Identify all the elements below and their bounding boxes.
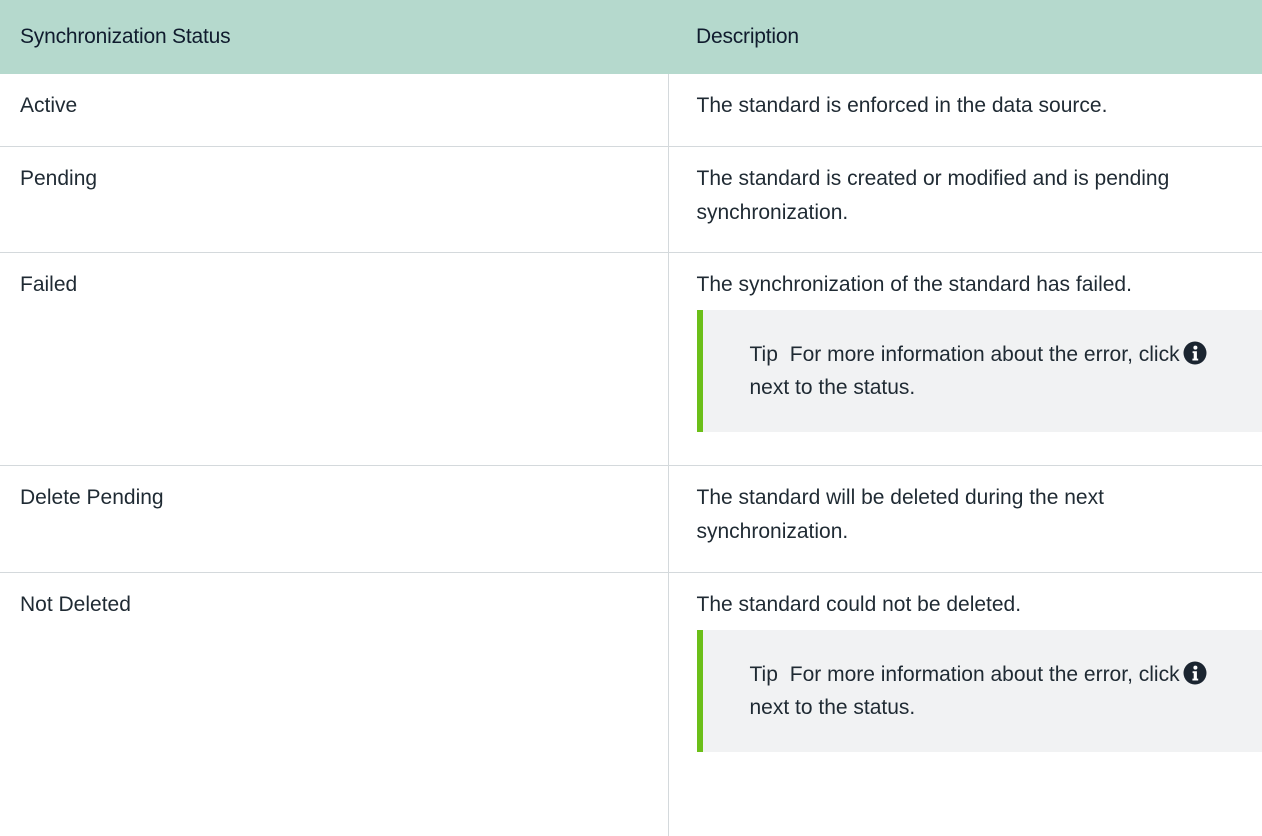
description-cell: The standard is enforced in the data sou…	[667, 74, 1262, 147]
tip-text-after-icon: next to the status.	[749, 695, 916, 719]
description-cell: The standard could not be deleted. Tip F…	[667, 572, 1262, 836]
description-cell: The synchronization of the standard has …	[667, 252, 1262, 466]
status-cell: Delete Pending	[0, 465, 668, 573]
tip-callout: Tip For more information about the error…	[696, 309, 1262, 432]
table-header: Synchronization Status Description	[0, 0, 1262, 74]
info-circle-icon	[1183, 661, 1207, 685]
description-text: The standard will be deleted during the …	[696, 485, 1104, 543]
tip-label: Tip	[749, 342, 778, 366]
column-header-description: Description	[668, 0, 1262, 74]
status-cell: Failed	[0, 252, 668, 466]
table-row: Active The standard is enforced in the d…	[0, 74, 1262, 147]
status-cell: Active	[0, 74, 668, 147]
description-text: The standard is enforced in the data sou…	[696, 94, 1108, 117]
info-circle-icon	[1183, 341, 1207, 365]
tip-label: Tip	[749, 662, 778, 686]
column-header-status: Synchronization Status	[0, 0, 668, 74]
description-text: The standard is created or modified and …	[696, 166, 1170, 224]
sync-status-table: Synchronization Status Description Activ…	[0, 0, 1262, 836]
description-text: The standard could not be deleted.	[696, 592, 1022, 616]
status-cell: Not Deleted	[20, 592, 131, 616]
header-row: Synchronization Status Description	[0, 0, 1262, 74]
table-row: Failed The synchronization of the standa…	[0, 252, 1262, 466]
description-text: The synchronization of the standard has …	[696, 272, 1132, 296]
tip-callout: Tip For more information about the error…	[696, 629, 1262, 752]
table-row: Pending The standard is created or modif…	[0, 146, 1262, 253]
description-cell: The standard will be deleted during the …	[667, 465, 1262, 573]
tip-text: For more information about the error, cl…	[789, 662, 1180, 686]
tip-text-after-icon: next to the status.	[749, 375, 916, 399]
tip-text: For more information about the error, cl…	[789, 342, 1180, 366]
table-body: Active The standard is enforced in the d…	[0, 74, 1262, 836]
table-row: Not Deleted The standard could not be de…	[0, 572, 1262, 836]
status-cell: Pending	[0, 146, 668, 253]
table-row: Delete Pending The standard will be dele…	[0, 465, 1262, 573]
description-cell: The standard is created or modified and …	[667, 146, 1262, 253]
